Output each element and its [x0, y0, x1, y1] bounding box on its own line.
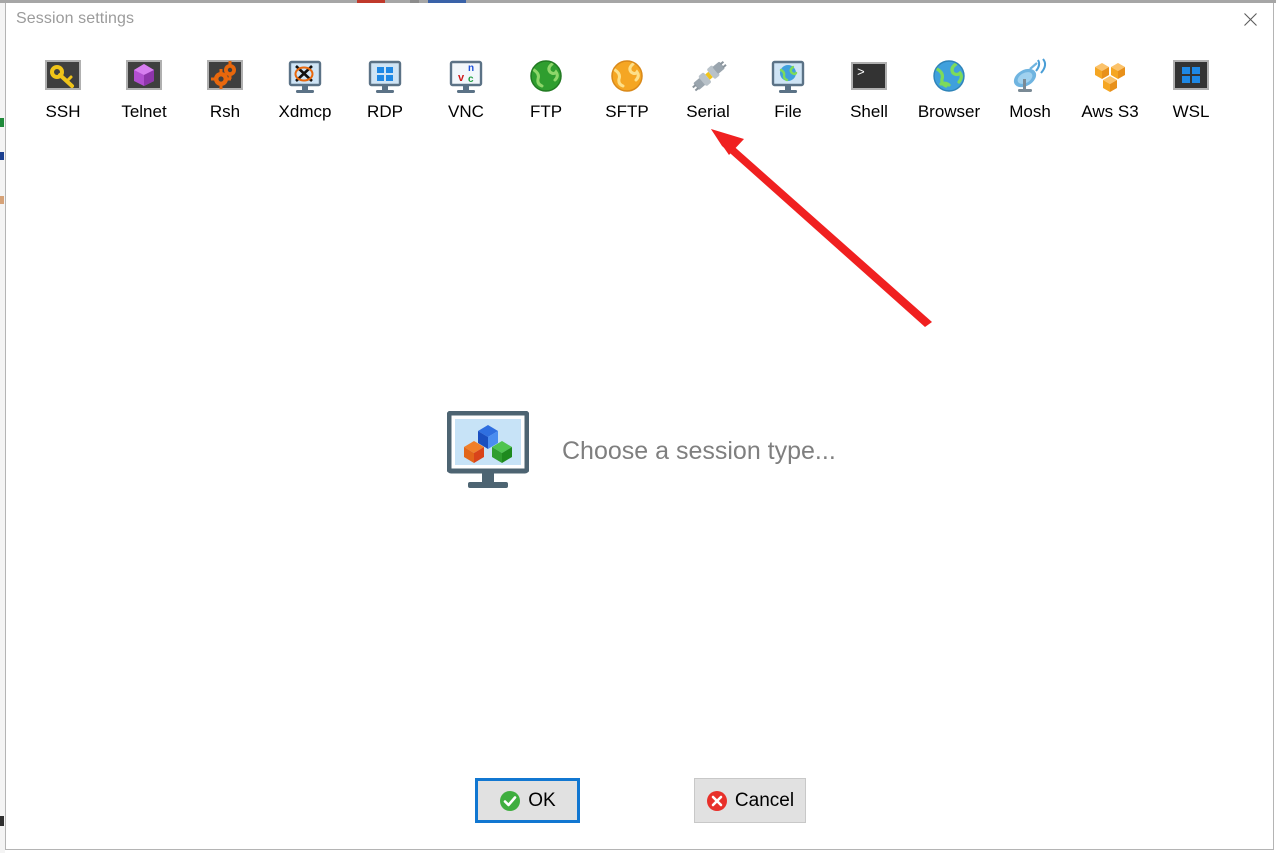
session-type-label: SFTP: [605, 102, 649, 121]
cancel-button-label: Cancel: [734, 789, 795, 811]
globe-monitor-icon: [771, 60, 805, 93]
session-type-label: Telnet: [121, 102, 167, 121]
cancel-button[interactable]: Cancel: [694, 778, 806, 823]
session-type-label: Rsh: [209, 102, 241, 121]
session-type-toolbar: SSH Telnet Rsh Xdmcp RDP v n c VNC FTP S…: [6, 55, 1273, 137]
session-type-label: Xdmcp: [278, 102, 332, 121]
title-bar: Session settings: [6, 3, 1273, 37]
gears-icon: [207, 60, 243, 90]
monitor-cubes-icon: [447, 411, 529, 488]
choose-session-text: Choose a session type...: [562, 436, 836, 465]
session-type-label: Mosh: [1009, 102, 1051, 121]
session-type-browser[interactable]: Browser: [906, 55, 992, 137]
session-type-xdmcp[interactable]: Xdmcp: [262, 55, 348, 137]
svg-text:n: n: [468, 63, 474, 74]
vnc-monitor-icon: v n c: [449, 60, 483, 93]
orange-globe-icon: [611, 60, 643, 92]
session-type-label: Aws S3: [1081, 102, 1139, 121]
session-type-rsh[interactable]: Rsh: [182, 55, 268, 137]
background-mark: [0, 196, 4, 204]
session-type-label: WSL: [1172, 102, 1210, 121]
red-x-icon: [706, 790, 727, 811]
session-type-label: FTP: [529, 102, 563, 121]
session-type-vnc[interactable]: v n c VNC: [423, 55, 509, 137]
green-check-icon: [500, 790, 521, 811]
session-type-label: SSH: [45, 102, 81, 121]
session-type-label: File: [774, 102, 802, 121]
windows-tile-icon: [1173, 60, 1209, 90]
close-button[interactable]: [1227, 3, 1273, 35]
session-type-label: RDP: [367, 102, 403, 121]
session-type-sftp[interactable]: SFTP: [584, 55, 670, 137]
blue-globe-icon: [933, 60, 965, 92]
ok-button-label: OK: [528, 789, 556, 811]
session-type-label: Serial: [686, 102, 730, 121]
session-type-ssh[interactable]: SSH: [20, 55, 106, 137]
aws-cubes-icon: [1095, 63, 1125, 92]
session-type-aws-s3[interactable]: Aws S3: [1067, 55, 1153, 137]
key-icon: [45, 60, 81, 90]
windows-monitor-icon: [368, 60, 402, 93]
session-type-serial[interactable]: Serial: [665, 55, 751, 137]
dialog-footer: OK Cancel: [6, 778, 1273, 828]
choose-session-placeholder: Choose a session type...: [447, 411, 836, 491]
x-monitor-icon: [288, 60, 322, 93]
green-globe-icon: [530, 60, 562, 92]
session-type-mosh[interactable]: Mosh: [987, 55, 1073, 137]
session-type-shell[interactable]: > Shell: [826, 55, 912, 137]
session-type-label: Shell: [850, 102, 888, 121]
session-type-wsl[interactable]: WSL: [1148, 55, 1234, 137]
session-type-telnet[interactable]: Telnet: [101, 55, 187, 137]
svg-text:>: >: [857, 65, 865, 80]
background-mark: [0, 816, 4, 826]
session-type-ftp[interactable]: FTP: [503, 55, 589, 137]
background-mark: [0, 152, 4, 160]
purple-gem-icon: [126, 60, 162, 90]
session-type-label: Browser: [917, 102, 981, 121]
window-title: Session settings: [16, 10, 135, 27]
ok-button[interactable]: OK: [475, 778, 580, 823]
close-icon: [1243, 12, 1257, 26]
session-type-file[interactable]: File: [745, 55, 831, 137]
svg-text:c: c: [468, 74, 474, 85]
session-settings-dialog: Session settings SSH Telnet Rsh Xdmcp RD…: [5, 3, 1274, 850]
session-type-rdp[interactable]: RDP: [342, 55, 428, 137]
terminal-icon: >: [851, 62, 887, 90]
plug-icon: [692, 60, 727, 92]
svg-text:v: v: [458, 72, 465, 84]
background-mark: [0, 118, 4, 127]
session-type-label: VNC: [448, 102, 484, 121]
satellite-dish-icon: [1013, 58, 1047, 92]
